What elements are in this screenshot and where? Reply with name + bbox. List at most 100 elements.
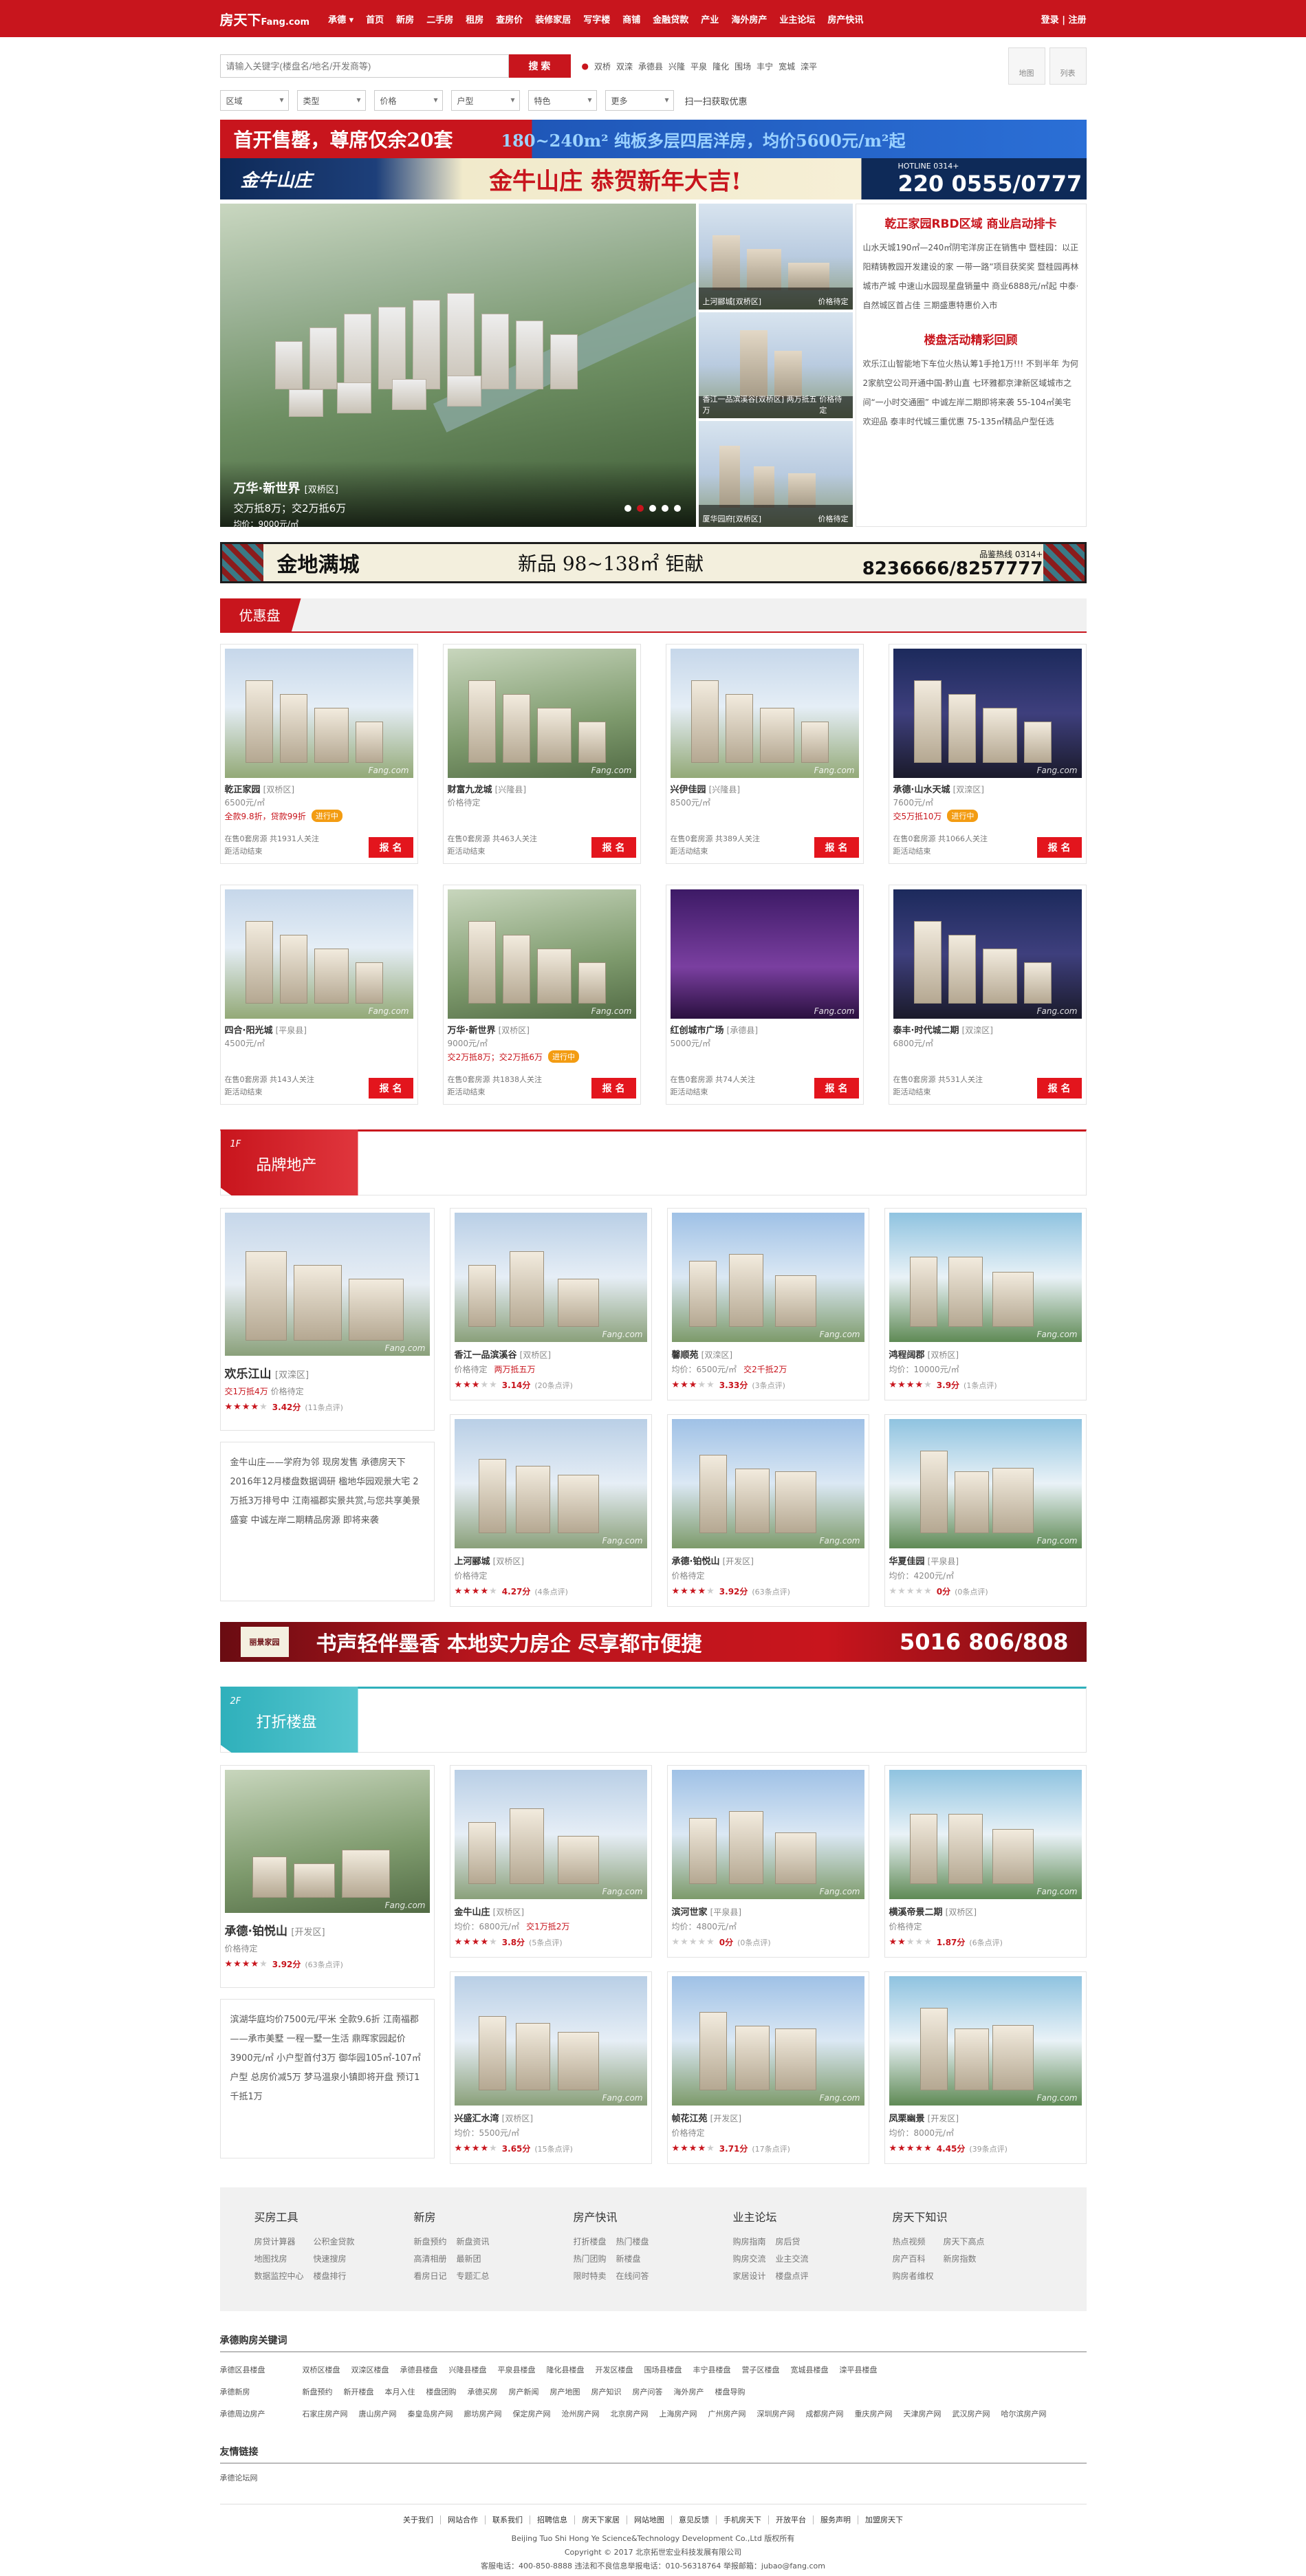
ad-banner[interactable]: 金地满城 新品 98~138㎡ 钜献 品鉴热线 0314+ 8236666/825… <box>219 542 1087 583</box>
project-card[interactable]: Fang.com 帧花江苑 [开发区] 价格待定 ★★★★★ 3.71分 (17条点… <box>666 1971 869 2164</box>
area-link[interactable]: 双滦 <box>616 61 633 72</box>
project-image[interactable]: Fang.com <box>893 649 1082 778</box>
keyword-link[interactable]: 石家庄房产网 <box>303 2403 348 2425</box>
footer-link[interactable]: 服务声明 <box>814 2515 858 2524</box>
hero-slideshow[interactable]: 万华·新世界 [双桥区] 交万抵8万；交2万抵6万 均价：9000元/㎡ <box>219 204 696 527</box>
filter-select[interactable]: 户型 <box>450 90 520 111</box>
project-image[interactable]: Fang.com <box>893 889 1082 1019</box>
keyword-link[interactable]: 房产问答 <box>633 2381 663 2403</box>
project-image[interactable]: Fang.com <box>889 1770 1082 1899</box>
project-name[interactable]: 馨顺苑 [双滦区] <box>672 1347 864 1361</box>
tool-link[interactable]: 看房日记 <box>414 2270 447 2282</box>
friend-link[interactable]: 承德论坛网 <box>220 2472 1087 2483</box>
slide-dots[interactable] <box>624 505 681 512</box>
keyword-link[interactable]: 楼盘团购 <box>426 2381 457 2403</box>
project-image[interactable]: Fang.com <box>671 1419 864 1548</box>
keyword-link[interactable]: 深圳房产网 <box>757 2403 795 2425</box>
area-link[interactable]: 丰宁 <box>757 61 773 72</box>
signup-button[interactable]: 报 名 <box>368 837 413 858</box>
keyword-link[interactable]: 营子区楼盘 <box>742 2359 780 2381</box>
tool-link[interactable]: 快速搜房 <box>314 2253 355 2264</box>
area-link[interactable]: 隆化 <box>712 61 729 72</box>
project-name[interactable]: 凤栗幽景 [开发区] <box>889 2111 1082 2124</box>
tool-link[interactable]: 房产百科 <box>893 2253 934 2264</box>
keyword-link[interactable]: 丰宁县楼盘 <box>693 2359 731 2381</box>
tool-link[interactable]: 业主交流 <box>776 2253 809 2264</box>
footer-link[interactable]: 招聘信息 <box>530 2515 575 2524</box>
project-card[interactable]: Fang.com 万华·新世界 [双桥区] 9000元/㎡ 交2万抵8万；交2万… <box>442 885 641 1105</box>
signup-button[interactable]: 报 名 <box>591 1078 636 1098</box>
hero-thumb[interactable]: 香江一品滨溪谷[双桥区] 两万抵五万 价格待定 <box>698 312 853 418</box>
filter-select[interactable]: 特色 <box>527 90 597 111</box>
footer-link[interactable]: 加盟房天下 <box>858 2515 910 2524</box>
tool-link[interactable]: 热门楼盘 <box>616 2236 649 2247</box>
project-card[interactable]: Fang.com 乾正家园 [双桥区] 6500元/㎡ 全款9.8折，贷款99折… <box>219 644 418 864</box>
project-card[interactable]: Fang.com 横溪帝景二期 [双桥区] 价格待定 ★★★★★ 1.87分 (6条… <box>884 1765 1087 1958</box>
project-card[interactable]: Fang.com 上河郦城 [双桥区] 价格待定 ★★★★★ 4.27分 (4条点评… <box>449 1414 652 1607</box>
keyword-link[interactable]: 本月入住 <box>385 2381 415 2403</box>
tool-link[interactable]: 限时特卖 <box>574 2270 607 2282</box>
nav-item[interactable]: 二手房 <box>420 12 459 25</box>
project-card[interactable]: Fang.com 四合·阳光城 [平泉县] 4500元/㎡ 在售0套房源 共14… <box>219 885 418 1105</box>
filter-select[interactable]: 更多 <box>605 90 674 111</box>
site-logo[interactable]: 房天下Fang.com <box>220 9 310 29</box>
project-name[interactable]: 红创城市广场 [承德县] <box>671 1023 859 1036</box>
signup-button[interactable]: 报 名 <box>1036 837 1082 858</box>
filter-select[interactable]: 价格 <box>373 90 443 111</box>
project-card[interactable]: Fang.com 泰丰·时代城二期 [双滦区] 6800元/㎡ 在售0套房源 共… <box>888 885 1087 1105</box>
project-card[interactable]: Fang.com 金牛山庄 [双桥区] 均价：6800元/㎡ 交1万抵2万 ★★★… <box>449 1765 652 1958</box>
keyword-link[interactable]: 宽城县楼盘 <box>791 2359 829 2381</box>
project-name[interactable]: 帧花江苑 [开发区] <box>672 2111 864 2124</box>
tool-link[interactable]: 购房者维权 <box>893 2270 934 2282</box>
nav-item[interactable]: 海外房产 <box>725 12 773 25</box>
project-card[interactable]: Fang.com 承德·铂悦山 [开发区] 价格待定 ★★★★★ 3.92分 (63… <box>666 1414 869 1607</box>
project-name[interactable]: 兴伊佳园 [兴隆县] <box>671 782 859 795</box>
news-heading[interactable]: 楼盘活动精彩回顾 <box>863 330 1079 347</box>
signup-button[interactable]: 报 名 <box>814 1078 859 1098</box>
tool-link[interactable]: 在线问答 <box>616 2270 649 2282</box>
keyword-link[interactable]: 唐山房产网 <box>359 2403 397 2425</box>
footer-link[interactable]: 房天下家居 <box>575 2515 627 2524</box>
project-card[interactable]: Fang.com 华夏佳园 [平泉县] 均价：4200元/㎡ ★★★★★ 0分 (0… <box>884 1414 1087 1607</box>
tool-link[interactable]: 热门团购 <box>574 2253 607 2264</box>
project-name[interactable]: 承德·铂悦山 [开发区] <box>672 1554 864 1567</box>
tool-link[interactable]: 房天下高点 <box>944 2236 985 2247</box>
floor-news[interactable]: 金牛山庄——学府为邻 现房发售 承德房天下2016年12月楼盘数据调研 楹地华园… <box>219 1442 435 1601</box>
project-card[interactable]: Fang.com 馨顺苑 [双滦区] 均价：6500元/㎡ 交2千抵2万 ★★★★… <box>666 1208 869 1400</box>
nav-item[interactable]: 首页 <box>360 12 390 25</box>
keyword-link[interactable]: 开发区楼盘 <box>596 2359 633 2381</box>
nav-item[interactable]: 业主论坛 <box>773 12 821 25</box>
tool-link[interactable]: 新楼盘 <box>616 2253 649 2264</box>
keyword-link[interactable]: 重庆房产网 <box>855 2403 893 2425</box>
area-link[interactable]: 宽城 <box>779 61 795 72</box>
project-image[interactable]: Fang.com <box>454 1770 647 1899</box>
project-name[interactable]: 承德·山水天城 [双滦区] <box>893 782 1082 795</box>
project-image[interactable]: Fang.com <box>224 649 413 778</box>
project-image[interactable]: Fang.com <box>889 1976 1082 2106</box>
project-name[interactable]: 四合·阳光城 [平泉县] <box>225 1023 413 1036</box>
project-image[interactable]: Fang.com <box>889 1419 1082 1548</box>
project-card[interactable]: Fang.com 兴伊佳园 [兴隆县] 8500元/㎡ 在售0套房源 共389人… <box>665 644 864 864</box>
footer-link[interactable]: 网站合作 <box>441 2515 486 2524</box>
hero-thumb[interactable]: 上河郦城[双桥区] 价格待定 <box>698 204 853 310</box>
keyword-link[interactable]: 双滦区楼盘 <box>351 2359 389 2381</box>
project-name[interactable]: 乾正家园 [双桥区] <box>225 782 413 795</box>
footer-link[interactable]: 网站地图 <box>627 2515 672 2524</box>
nav-item[interactable]: 装修家居 <box>529 12 577 25</box>
news-text[interactable]: 欢乐江山智能地下车位火热认筹1手抢1万!!! 不到半年 为何2家航空公司开通中国… <box>863 354 1079 431</box>
keyword-link[interactable]: 廊坊房产网 <box>464 2403 502 2425</box>
project-name[interactable]: 泰丰·时代城二期 [双滦区] <box>893 1023 1082 1036</box>
project-card[interactable]: Fang.com 财富九龙城 [兴隆县] 价格待定 在售0套房源 共463人关注… <box>442 644 641 864</box>
filter-select[interactable]: 区域 <box>219 90 289 111</box>
nav-item[interactable]: 查房价 <box>490 12 529 25</box>
tool-link[interactable]: 专题汇总 <box>457 2270 490 2282</box>
featured-project[interactable]: Fang.com 欢乐江山 [双滦区] 交1万抵4万 价格待定 ★★★★★ 3.4… <box>219 1208 435 1431</box>
tool-link[interactable]: 购房交流 <box>733 2253 766 2264</box>
area-link[interactable]: 承德县 <box>638 61 663 72</box>
tool-link[interactable]: 热点视频 <box>893 2236 934 2247</box>
project-card[interactable]: Fang.com 兴盛汇水湾 [双桥区] 均价：5500元/㎡ ★★★★★ 3.6… <box>449 1971 652 2164</box>
keyword-link[interactable]: 围场县楼盘 <box>644 2359 682 2381</box>
ad-banner[interactable]: 首开售罄，尊席仅余20套 180~240m² 纯板多层四居洋房，均价5600元/… <box>219 120 1087 158</box>
news-text[interactable]: 山水天城190㎡—240㎡阴宅洋房正在销售中 暨桂园：以正阳精铸教园开发建设的家… <box>863 238 1079 315</box>
nav-item[interactable]: 房产快讯 <box>821 12 869 25</box>
